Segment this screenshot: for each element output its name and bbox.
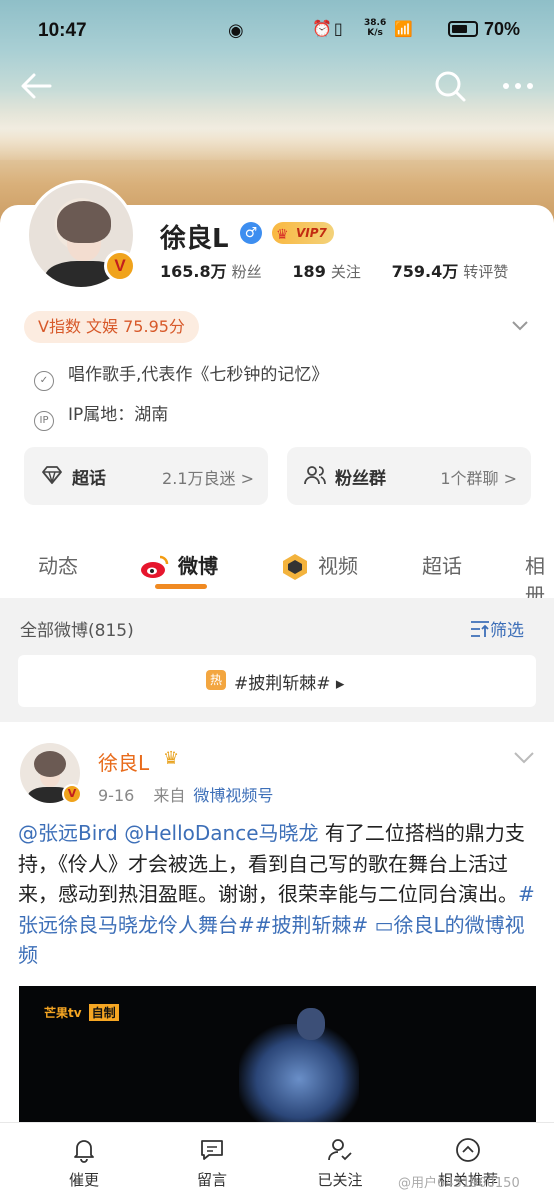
ip-icon: IP bbox=[34, 411, 54, 431]
hot-topic-bar[interactable]: 热 #披荆斩棘# ▸ bbox=[18, 655, 536, 707]
v-index-badge[interactable]: V指数 文娱 75.95分 bbox=[24, 311, 199, 343]
followed-button[interactable]: 已关注 bbox=[300, 1137, 380, 1190]
video-hexagon-icon bbox=[280, 552, 310, 586]
fan-group-card[interactable]: 粉丝群 1个群聊 > bbox=[287, 447, 531, 505]
ip-location-line: IP IP属地：湖南 bbox=[34, 400, 168, 431]
diamond-icon bbox=[42, 466, 62, 485]
user-check-icon bbox=[328, 1139, 352, 1161]
hot-badge-icon: 热 bbox=[206, 670, 226, 690]
tab-supertopic[interactable]: 超话 bbox=[422, 550, 462, 579]
hot-topic-text: #披荆斩棘# ▸ bbox=[234, 674, 345, 694]
tab-weibo[interactable]: 微博 bbox=[178, 550, 218, 579]
bell-icon bbox=[74, 1140, 94, 1163]
mention-link[interactable]: @HelloDance马晓龙 bbox=[124, 821, 318, 845]
wifi-signal-icon: 📶 bbox=[394, 20, 413, 38]
male-gender-icon: ♂ bbox=[240, 222, 262, 244]
tab-dynamic[interactable]: 动态 bbox=[38, 550, 78, 579]
post-menu-chevron-icon[interactable] bbox=[512, 750, 536, 766]
fan-group-title: 粉丝群 bbox=[335, 469, 386, 489]
back-arrow-icon[interactable] bbox=[18, 68, 58, 104]
post-source-link[interactable]: 微博视频号 bbox=[193, 786, 273, 805]
bio-line: ✓ 唱作歌手,代表作《七秒钟的记忆》 bbox=[34, 360, 328, 391]
supertopic-title: 超话 bbox=[72, 469, 106, 489]
shield-icon: ✓ bbox=[34, 371, 54, 391]
post-date: 9-16 bbox=[98, 786, 135, 805]
fan-group-sub: 1个群聊 > bbox=[440, 469, 517, 488]
status-time: 10:47 bbox=[38, 20, 87, 41]
chevron-down-icon[interactable] bbox=[510, 318, 530, 332]
more-icon[interactable] bbox=[498, 68, 538, 104]
profile-stats: 165.8万 粉丝 189 关注 759.4万 转评赞 bbox=[160, 258, 534, 282]
group-icon bbox=[304, 466, 326, 485]
all-weibo-count: 全部微博(815) bbox=[20, 621, 134, 641]
chevron-up-circle-icon bbox=[456, 1138, 480, 1162]
video-frame-figure bbox=[239, 1024, 359, 1126]
chat-icon bbox=[201, 1140, 223, 1160]
post-video[interactable]: 芒果tv 自制 bbox=[19, 986, 536, 1126]
post-verified-icon: V bbox=[62, 784, 82, 804]
vip-badge[interactable]: ♛ VIP7 bbox=[272, 222, 334, 244]
likes-label: 转评赞 bbox=[463, 263, 509, 281]
status-bar: 10:47 ◉ ⏰▯ 38.6 K/s 📶 70% bbox=[0, 0, 554, 62]
mango-tv-logo: 芒果tv 自制 bbox=[41, 1004, 119, 1021]
alarm-vibrate-icon: ⏰▯ bbox=[312, 19, 345, 38]
remind-button[interactable]: 催更 bbox=[44, 1137, 124, 1190]
battery-percent: 70% bbox=[484, 19, 521, 39]
bio-text: 唱作歌手,代表作《七秒钟的记忆》 bbox=[68, 365, 329, 385]
filter-icon bbox=[471, 621, 489, 637]
ip-location-text: IP属地：湖南 bbox=[68, 405, 169, 425]
crown-icon: ♛ bbox=[276, 227, 289, 243]
crown-icon: ♛ bbox=[163, 748, 180, 769]
following-label: 关注 bbox=[330, 263, 361, 281]
followers-count[interactable]: 165.8万 bbox=[160, 262, 227, 281]
battery-icon bbox=[448, 21, 478, 37]
tab-video[interactable]: 视频 bbox=[318, 550, 358, 579]
likes-count[interactable]: 759.4万 bbox=[392, 262, 459, 281]
message-button[interactable]: 留言 bbox=[172, 1137, 252, 1190]
verified-badge-icon: V bbox=[104, 250, 136, 282]
profile-tabs: 动态 微博 视频 超话 相册 bbox=[0, 538, 554, 607]
post-meta: 9-16 来自 微博视频号 bbox=[98, 782, 273, 806]
supertopic-card[interactable]: 超话 2.1万良迷 > bbox=[24, 447, 268, 505]
search-icon[interactable] bbox=[432, 68, 472, 104]
post-body: @张远Bird @HelloDance马晓龙 有了二位搭档的鼎力支持，《伶人》才… bbox=[18, 818, 540, 971]
eye-icon: ◉ bbox=[228, 20, 244, 41]
post-author-name[interactable]: 徐良L bbox=[98, 747, 149, 776]
post-source-prefix: 来自 bbox=[153, 786, 186, 805]
following-count[interactable]: 189 bbox=[292, 262, 325, 281]
watermark: @用户6431900150 bbox=[398, 1176, 520, 1191]
filter-button[interactable]: 筛选 bbox=[470, 616, 524, 641]
profile-name: 徐良L bbox=[160, 224, 229, 254]
weibo-logo-icon bbox=[140, 554, 170, 584]
followers-label: 粉丝 bbox=[231, 263, 262, 281]
active-tab-indicator bbox=[155, 584, 207, 589]
network-speed: 38.6 K/s bbox=[364, 18, 387, 38]
supertopic-sub: 2.1万良迷 > bbox=[162, 469, 254, 488]
mention-link[interactable]: @张远Bird bbox=[18, 821, 118, 845]
